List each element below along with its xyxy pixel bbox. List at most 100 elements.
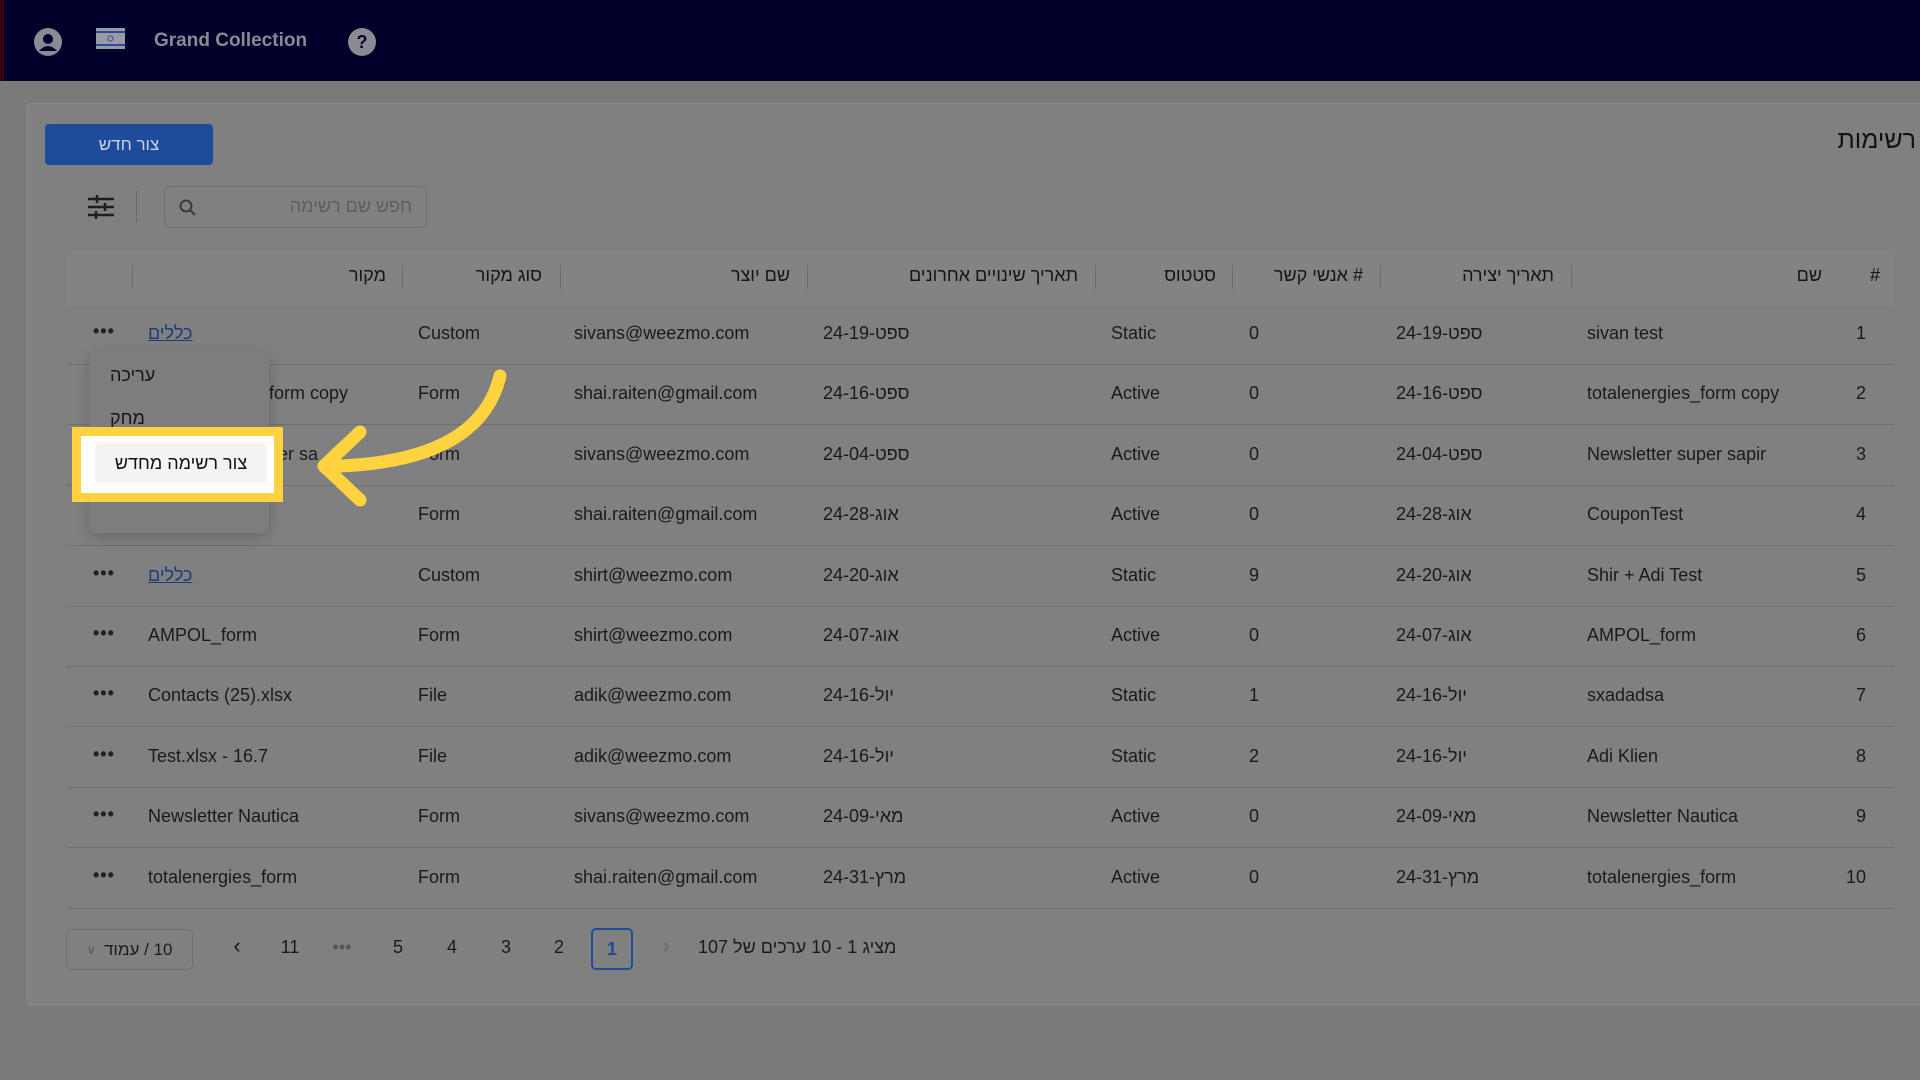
cell-name: totalenergies_form <box>1587 866 1737 887</box>
header-separator <box>560 265 561 289</box>
cell-source[interactable]: כללים <box>148 565 193 586</box>
cell-created: 24-ספט-19 <box>1396 323 1483 343</box>
row-number: 1 <box>1855 323 1866 343</box>
header-contacts[interactable]: # אנשי קשר <box>1274 265 1363 286</box>
svg-text:?: ? <box>357 32 368 52</box>
search-box[interactable] <box>164 186 427 228</box>
cell-modified: 24-אוג-20 <box>823 564 899 585</box>
cell-modified: 24-יול-16 <box>823 685 894 706</box>
israel-flag-icon[interactable] <box>96 28 125 49</box>
cell-creator: sivans@weezmo.com <box>574 443 750 464</box>
cell-source[interactable]: כללים <box>148 323 193 344</box>
page-3[interactable]: 3 <box>491 937 521 958</box>
row-actions-button[interactable]: ••• <box>93 683 115 704</box>
cell-status: Static <box>1111 745 1157 766</box>
row-divider <box>66 786 1895 788</box>
cell-modified: 24-מאי-09 <box>823 806 904 827</box>
search-icon <box>179 199 196 216</box>
cell-created: 24-אוג-20 <box>1396 564 1472 585</box>
page-4[interactable]: 4 <box>437 937 467 958</box>
cell-creator: shai.raiten@gmail.com <box>574 866 758 887</box>
cell-status: Active <box>1111 866 1161 887</box>
next-page-button[interactable]: › <box>651 933 681 959</box>
cell-created: 24-אוג-07 <box>1396 625 1472 645</box>
header-modified[interactable]: תאריך שינויים אחרונים <box>909 265 1078 286</box>
cell-source-type: Form <box>418 806 460 827</box>
menu-item-edit[interactable]: עריכה <box>110 365 155 386</box>
user-icon[interactable] <box>34 28 62 56</box>
cell-status: Static <box>1111 685 1157 706</box>
cell-status: Active <box>1111 806 1161 827</box>
cell-contacts: 9 <box>1249 564 1260 585</box>
cell-source: totalenergies_form <box>148 866 298 887</box>
page-5[interactable]: 5 <box>383 937 413 958</box>
org-name[interactable]: Grand Collection <box>154 30 307 52</box>
header-source-type[interactable]: סוג מקור <box>476 265 542 286</box>
header-separator <box>132 265 133 289</box>
row-actions-button[interactable]: ••• <box>93 804 115 825</box>
cell-contacts: 0 <box>1249 504 1260 525</box>
cell-creator: adik@weezmo.com <box>574 685 732 706</box>
header-separator <box>1095 265 1096 289</box>
cell-modified: 24-ספט-19 <box>823 323 910 343</box>
cell-modified: 24-יול-16 <box>823 745 894 766</box>
divider <box>136 191 137 223</box>
row-actions-button[interactable]: ••• <box>93 321 115 342</box>
page-11[interactable]: 11 <box>275 937 305 958</box>
cell-status: Static <box>1111 564 1157 585</box>
menu-item-recreate-list[interactable]: צור רשימה מחדש <box>95 443 267 483</box>
prev-page-button[interactable]: ‹ <box>222 933 252 959</box>
row-number: 3 <box>1855 443 1866 464</box>
cell-creator: shirt@weezmo.com <box>574 625 733 645</box>
header-created[interactable]: תאריך יצירה <box>1462 265 1554 286</box>
header-source[interactable]: מקור <box>349 265 386 286</box>
filter-sliders-icon[interactable] <box>88 194 114 220</box>
cell-source-type: File <box>418 685 448 706</box>
cell-contacts: 0 <box>1249 323 1260 343</box>
header-name[interactable]: שם <box>1797 265 1822 286</box>
header-creator[interactable]: שם יוצר <box>731 265 790 286</box>
row-actions-button[interactable]: ••• <box>93 744 115 765</box>
row-divider <box>66 726 1895 728</box>
row-divider <box>66 545 1895 547</box>
header-num[interactable]: # <box>1870 265 1880 286</box>
menu-item-delete[interactable]: מחק <box>110 408 145 429</box>
row-actions-button[interactable]: ••• <box>93 563 115 584</box>
row-number: 9 <box>1855 806 1866 827</box>
cell-source-type: Custom <box>418 564 481 585</box>
cell-source: Newsletter Nautica <box>148 806 300 827</box>
cell-status: Static <box>1111 323 1157 343</box>
cell-contacts: 1 <box>1249 685 1260 706</box>
help-icon[interactable]: ? <box>348 28 376 56</box>
cell-creator: shai.raiten@gmail.com <box>574 504 758 525</box>
cell-name: sxadadsa <box>1587 685 1665 706</box>
page-2[interactable]: 2 <box>544 937 574 958</box>
row-number: 8 <box>1855 745 1866 766</box>
cell-source: AMPOL_form <box>148 625 258 645</box>
cell-name: totalenergies_form copy <box>1587 383 1780 404</box>
header-status[interactable]: סטטוס <box>1164 265 1216 286</box>
row-divider <box>66 847 1895 849</box>
page-title: רשימות <box>1837 126 1916 154</box>
cell-created: 24-מרץ-31 <box>1396 866 1480 887</box>
header-separator <box>402 265 403 289</box>
search-input[interactable] <box>212 196 412 217</box>
cell-status: Active <box>1111 383 1161 404</box>
create-new-button[interactable]: צור חדש <box>45 124 213 165</box>
page-1-current[interactable]: 1 <box>591 928 633 970</box>
row-divider <box>66 605 1895 607</box>
cell-contacts: 2 <box>1249 745 1260 766</box>
cell-modified: 24-ספט-16 <box>823 383 910 404</box>
page-ellipsis[interactable]: ••• <box>327 937 357 958</box>
row-actions-button[interactable]: ••• <box>93 623 115 644</box>
cell-name: AMPOL_form <box>1587 625 1697 645</box>
row-actions-button[interactable]: ••• <box>93 865 115 886</box>
cell-status: Active <box>1111 443 1161 464</box>
page-size-select[interactable]: ∨ 10 / עמוד <box>66 929 193 970</box>
cell-created: 24-מאי-09 <box>1396 806 1477 827</box>
row-number: 5 <box>1855 564 1866 585</box>
row-number: 7 <box>1855 685 1866 706</box>
cell-status: Active <box>1111 504 1161 525</box>
cell-creator: sivans@weezmo.com <box>574 323 750 343</box>
chevron-down-icon: ∨ <box>86 941 96 957</box>
